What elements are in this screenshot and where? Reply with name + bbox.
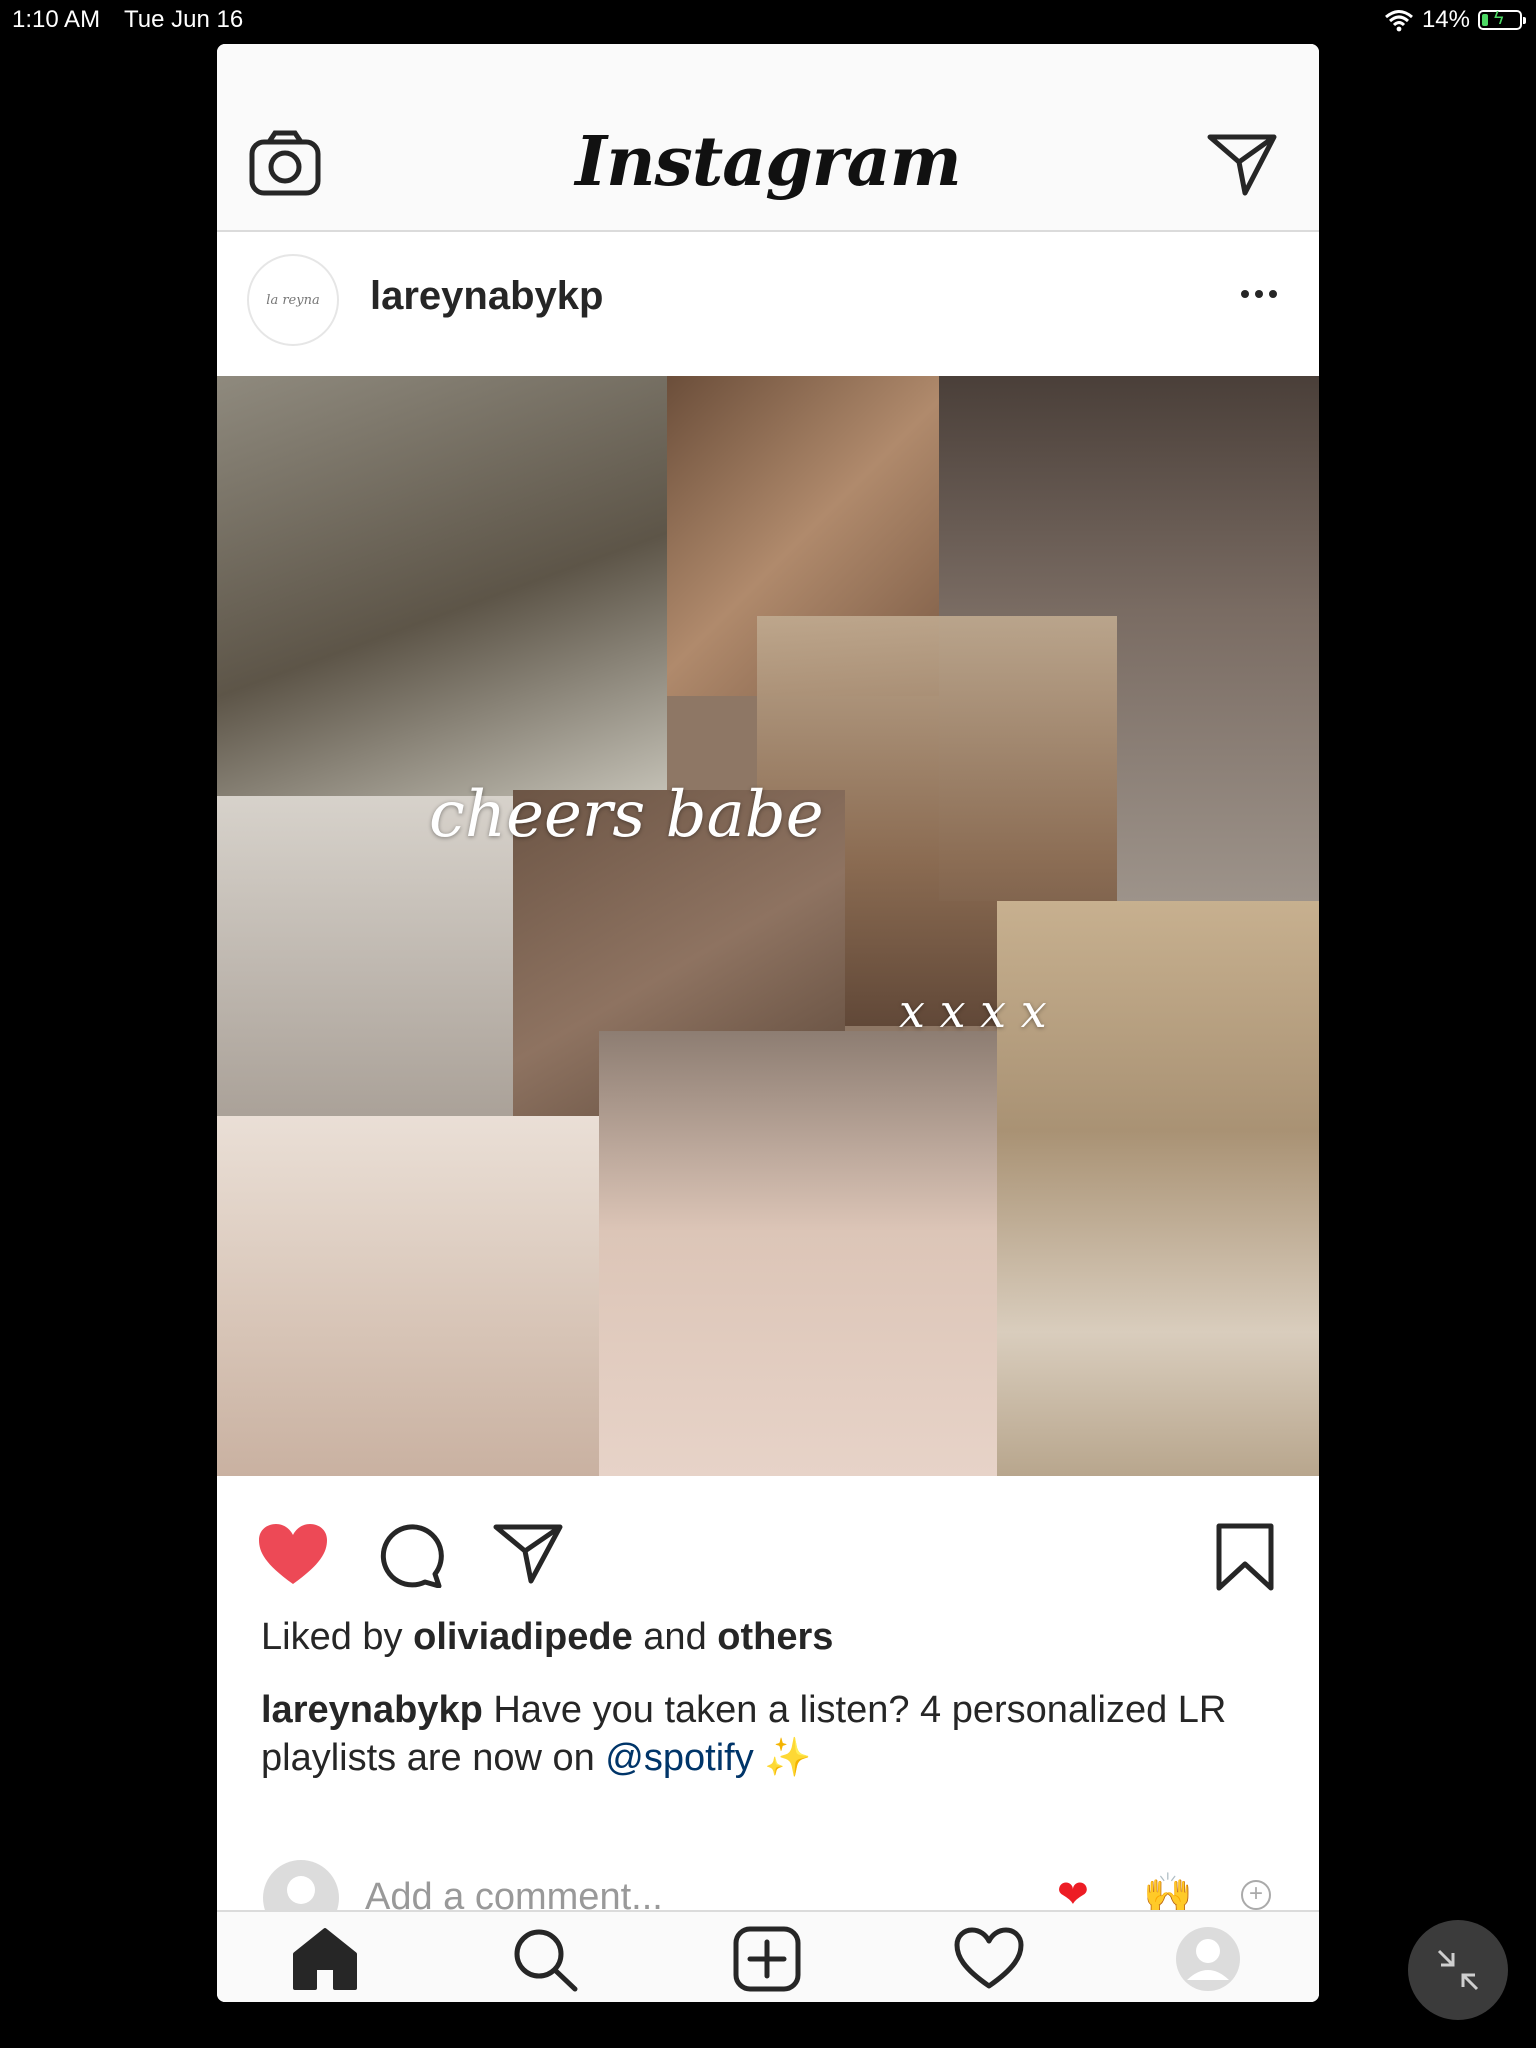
search-icon[interactable] — [511, 1926, 579, 1992]
liked-by-others[interactable]: others — [717, 1616, 833, 1658]
image-kisses-text: x x x x — [899, 984, 1047, 1038]
collage-tile-pink-lingerie — [599, 1031, 997, 1476]
collage-tile-wine-glass — [217, 1116, 601, 1476]
quick-reaction-raised-hands[interactable]: 🙌 — [1143, 1870, 1193, 1910]
new-post-icon[interactable] — [733, 1926, 801, 1992]
image-headline-text: cheers babe — [429, 778, 824, 852]
minimize-button[interactable] — [1408, 1920, 1508, 2020]
heart-icon[interactable] — [257, 1522, 329, 1586]
activity-heart-icon[interactable] — [953, 1926, 1025, 1990]
post-username[interactable]: lareynabykp — [370, 274, 603, 319]
instagram-logo: Instagram — [575, 122, 961, 202]
battery-icon: ϟ — [1478, 8, 1526, 30]
share-icon[interactable] — [493, 1522, 563, 1584]
avatar-logo-text: la reyna — [266, 292, 320, 308]
post-caption: lareynabykp Have you taken a listen? 4 p… — [261, 1686, 1291, 1782]
battery-percent: 14% — [1421, 6, 1470, 33]
instagram-app: Instagram la reyna lareynabykp cheers ba… — [217, 44, 1319, 2002]
liked-by-and: and — [643, 1616, 707, 1658]
status-time: 1:10 AM — [12, 6, 101, 33]
profile-icon[interactable] — [1175, 1926, 1241, 1992]
more-options-icon[interactable] — [1241, 290, 1277, 298]
likes-line: Liked by oliviadipede and others — [261, 1616, 833, 1659]
post-image[interactable]: cheers babe x x x x — [217, 376, 1319, 1476]
add-comment-input[interactable]: Add a comment... — [365, 1876, 663, 1910]
post-author-avatar[interactable]: la reyna — [247, 254, 339, 346]
liked-by-prefix: Liked by — [261, 1616, 403, 1658]
liked-by-user[interactable]: oliviadipede — [413, 1616, 633, 1658]
status-date: Tue Jun 16 — [124, 6, 244, 33]
bookmark-icon[interactable] — [1215, 1522, 1275, 1592]
caption-username[interactable]: lareynabykp — [261, 1689, 483, 1731]
current-user-avatar — [263, 1860, 339, 1910]
add-comment-row: Add a comment... ❤ 🙌 + — [217, 1814, 1319, 1910]
collage-tile-woman-robe — [217, 376, 667, 796]
home-icon[interactable] — [291, 1926, 359, 1990]
top-bar: Instagram — [217, 44, 1319, 232]
wifi-icon — [1384, 10, 1413, 32]
post-header: la reyna lareynabykp — [217, 232, 1319, 376]
quick-reaction-heart[interactable]: ❤ — [1057, 1872, 1089, 1910]
sparkles-emoji: ✨ — [764, 1737, 812, 1779]
bottom-tab-bar — [217, 1910, 1319, 2002]
caption-mention[interactable]: @spotify — [605, 1737, 753, 1779]
status-bar: 1:10 AM Tue Jun 16 14% ϟ — [0, 0, 1536, 40]
status-right: 14% ϟ — [1384, 6, 1526, 34]
more-reactions-icon[interactable]: + — [1241, 1880, 1271, 1910]
direct-message-icon[interactable] — [1207, 132, 1277, 196]
comment-icon[interactable] — [377, 1524, 445, 1588]
collapse-arrows-icon — [1437, 1949, 1479, 1991]
post-actions — [217, 1476, 1319, 1616]
